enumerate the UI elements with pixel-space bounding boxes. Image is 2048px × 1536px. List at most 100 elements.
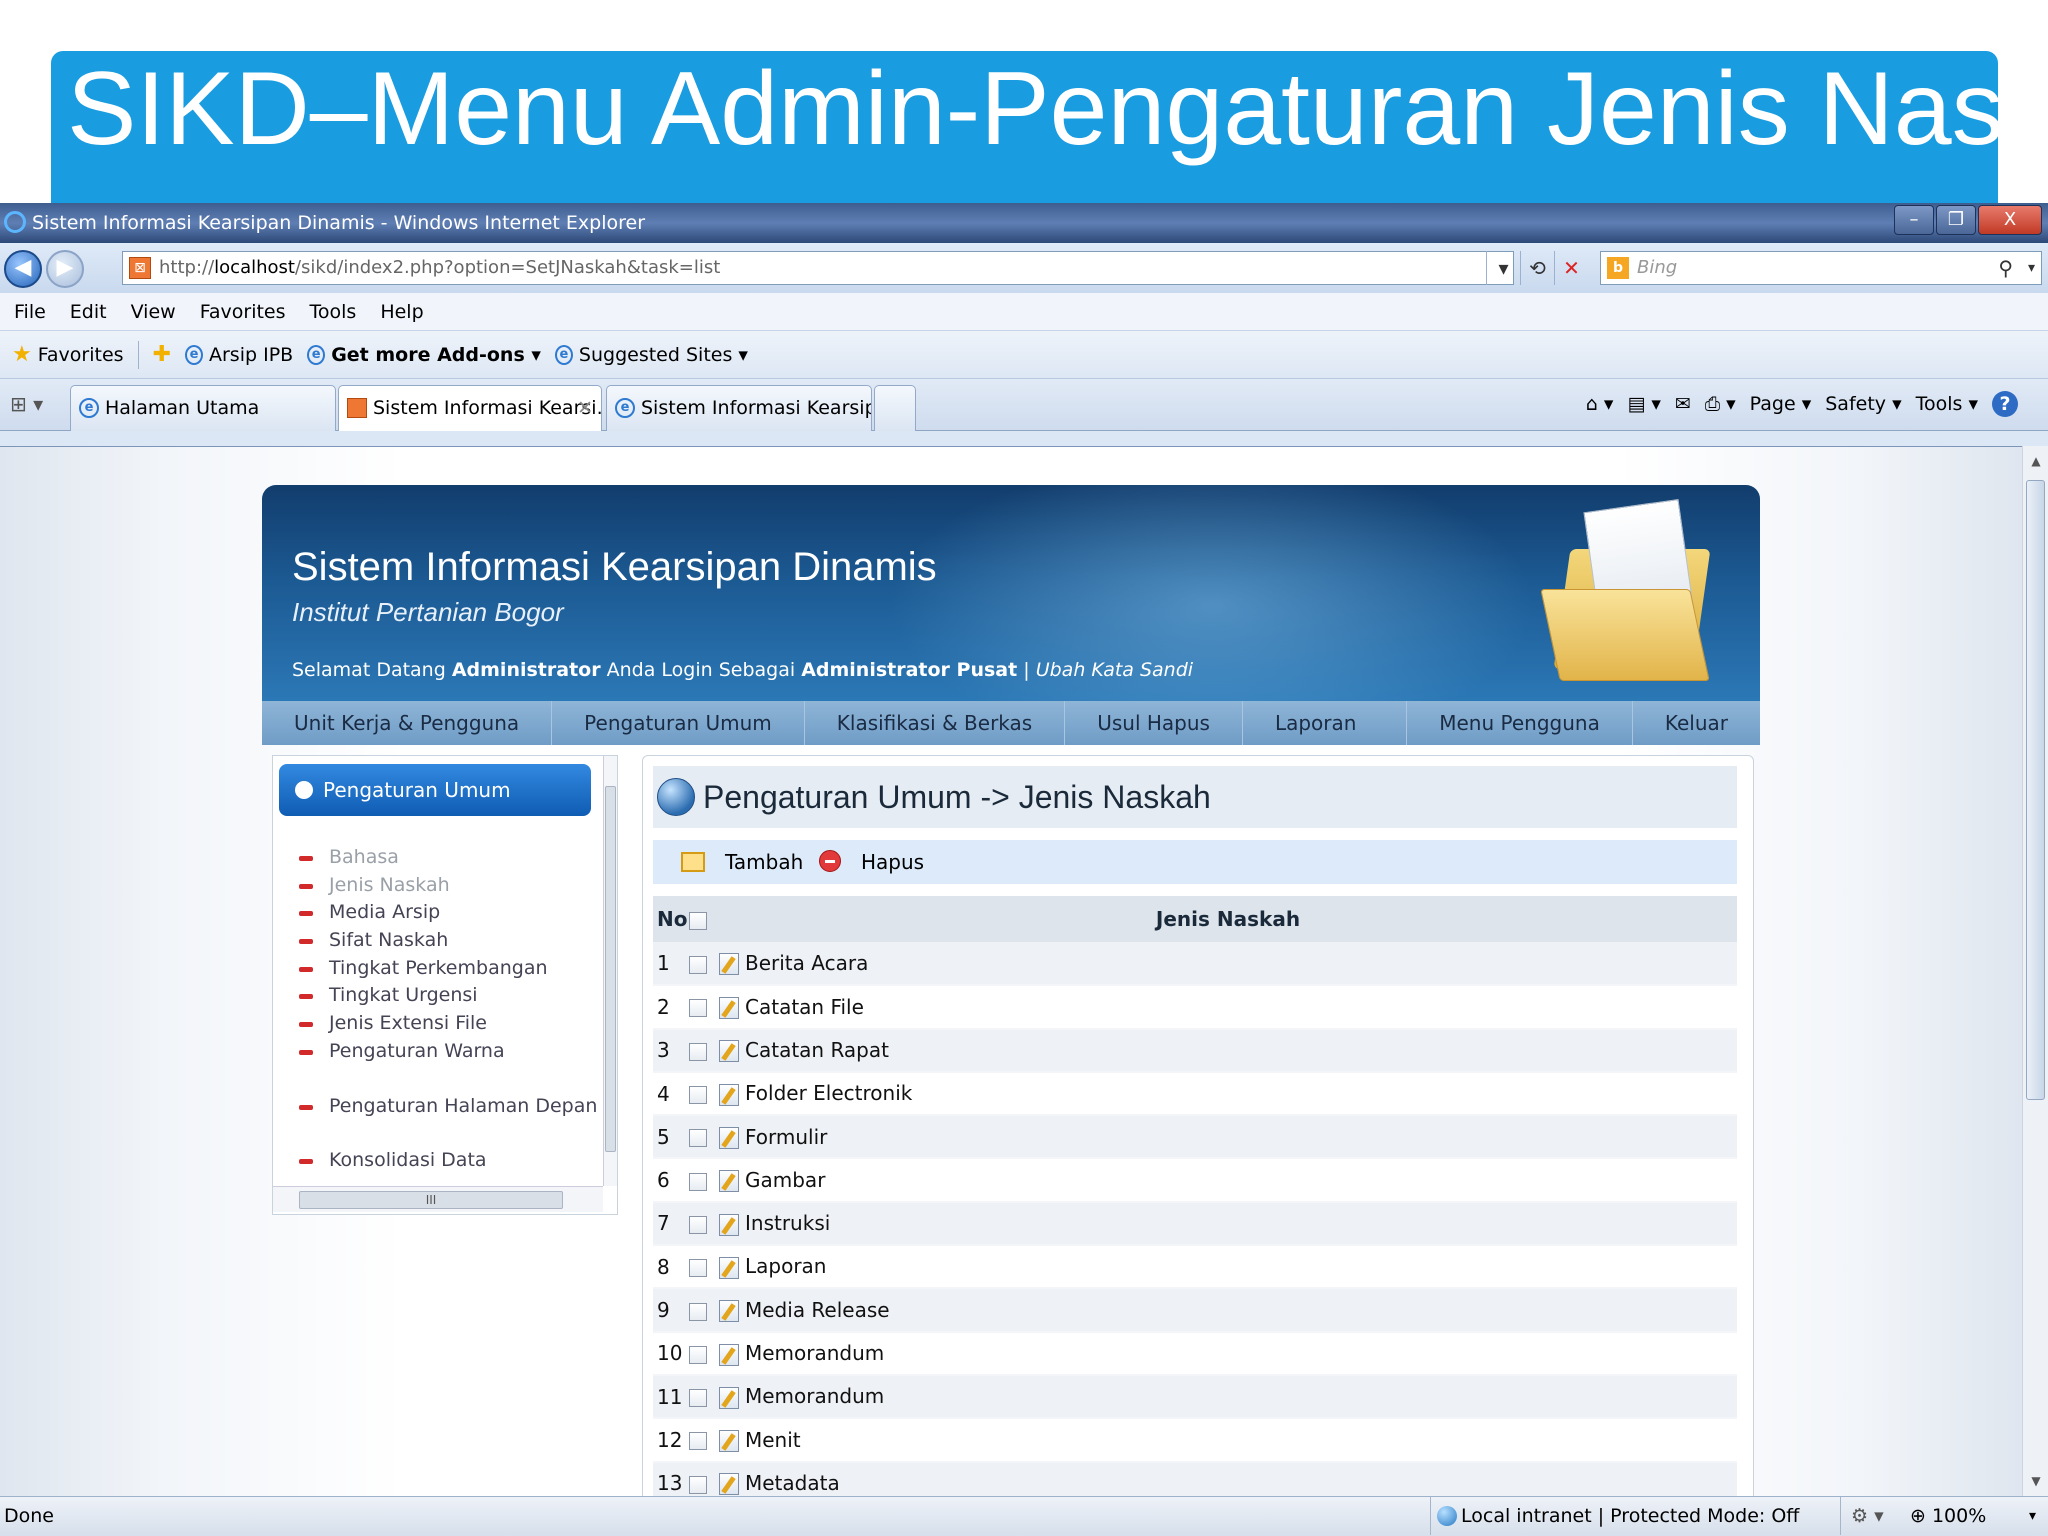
- sidebar-item-pengaturan-warna[interactable]: Pengaturan Warna: [299, 1038, 597, 1066]
- row-checkbox[interactable]: [689, 1345, 707, 1364]
- menu-help[interactable]: Help: [380, 293, 423, 330]
- edit-icon[interactable]: [719, 953, 739, 976]
- fav-get-addons[interactable]: e Get more Add-ons ▾: [307, 331, 541, 379]
- jenis-naskah-name[interactable]: Folder Electronik: [745, 1081, 912, 1105]
- table-row[interactable]: 13 Metadata: [653, 1461, 1737, 1496]
- table-row[interactable]: 6 Gambar: [653, 1158, 1737, 1203]
- nav-klasifikasi[interactable]: Klasifikasi & Berkas: [805, 701, 1066, 745]
- search-icon[interactable]: ⚲: [1998, 252, 2013, 284]
- edit-icon[interactable]: [719, 1430, 739, 1453]
- quick-tabs-icon[interactable]: ⊞ ▾: [10, 389, 70, 421]
- table-row[interactable]: 7 Instruksi: [653, 1201, 1737, 1247]
- edit-icon[interactable]: [719, 997, 739, 1020]
- delete-icon[interactable]: [819, 850, 841, 872]
- close-button[interactable]: X: [1978, 205, 2042, 235]
- row-checkbox[interactable]: [689, 1432, 707, 1451]
- sidebar-item-media-arsip[interactable]: Media Arsip: [299, 899, 597, 927]
- zoom-dropdown-icon[interactable]: ▾: [2029, 1497, 2036, 1535]
- menu-favorites[interactable]: Favorites: [200, 293, 286, 330]
- edit-icon[interactable]: [719, 1256, 739, 1279]
- sidebar-item-jenis-extensi-file[interactable]: Jenis Extensi File: [299, 1010, 597, 1038]
- sidebar-vertical-scrollbar[interactable]: [603, 756, 617, 1186]
- sidebar-item-jenis-naskah[interactable]: Jenis Naskah: [299, 872, 597, 900]
- nav-laporan[interactable]: Laporan: [1243, 701, 1388, 745]
- back-button[interactable]: ◀: [4, 250, 42, 288]
- scroll-thumb[interactable]: [2026, 480, 2045, 1100]
- edit-icon[interactable]: [719, 1040, 739, 1063]
- home-icon[interactable]: ⌂ ▾: [1586, 387, 1614, 421]
- row-checkbox[interactable]: [689, 1129, 707, 1148]
- row-checkbox[interactable]: [689, 1172, 707, 1191]
- stop-icon[interactable]: ✕: [1554, 251, 1588, 285]
- page-menu[interactable]: Page ▾: [1750, 387, 1812, 421]
- address-dropdown-icon[interactable]: ▾: [1486, 251, 1520, 285]
- help-icon[interactable]: ?: [1992, 391, 2018, 417]
- table-row[interactable]: 12 Menit: [653, 1418, 1737, 1463]
- restore-button[interactable]: ❐: [1936, 205, 1976, 235]
- row-checkbox[interactable]: [689, 1215, 707, 1234]
- jenis-naskah-name[interactable]: Berita Acara: [745, 951, 868, 975]
- nav-keluar[interactable]: Keluar: [1633, 701, 1760, 745]
- forward-button[interactable]: ▶: [46, 250, 84, 288]
- add-icon[interactable]: [681, 852, 705, 872]
- close-tab-icon[interactable]: ✕: [577, 386, 593, 430]
- table-row[interactable]: 3 Catatan Rapat: [653, 1028, 1737, 1073]
- jenis-naskah-name[interactable]: Metadata: [745, 1471, 840, 1495]
- search-dropdown-icon[interactable]: ▾: [2028, 252, 2035, 284]
- fav-suggested-sites[interactable]: e Suggested Sites ▾: [554, 331, 748, 379]
- edit-icon[interactable]: [719, 1386, 739, 1409]
- change-password-link[interactable]: Ubah Kata Sandi: [1036, 659, 1193, 681]
- new-tab-button[interactable]: [874, 385, 916, 431]
- edit-icon[interactable]: [719, 1127, 739, 1150]
- jenis-naskah-name[interactable]: Memorandum: [745, 1341, 884, 1365]
- sidebar-item-tingkat-urgensi[interactable]: Tingkat Urgensi: [299, 982, 597, 1010]
- jenis-naskah-name[interactable]: Memorandum: [745, 1384, 884, 1408]
- table-row[interactable]: 11 Memorandum: [653, 1374, 1737, 1420]
- feeds-icon[interactable]: ▤ ▾: [1627, 387, 1661, 421]
- jenis-naskah-name[interactable]: Gambar: [745, 1168, 825, 1192]
- edit-icon[interactable]: [719, 1170, 739, 1193]
- sidebar-item-konsolidasi-data[interactable]: Konsolidasi Data: [299, 1147, 597, 1175]
- delete-button[interactable]: Hapus: [861, 840, 924, 884]
- edit-icon[interactable]: [719, 1300, 739, 1323]
- edit-icon[interactable]: [719, 1213, 739, 1236]
- nav-unit-kerja[interactable]: Unit Kerja & Pengguna: [262, 701, 553, 745]
- jenis-naskah-name[interactable]: Catatan Rapat: [745, 1038, 889, 1062]
- sidebar-item-halaman-depan[interactable]: Pengaturan Halaman Depan: [299, 1093, 597, 1121]
- favorites-button[interactable]: ★ Favorites: [12, 331, 124, 379]
- refresh-icon[interactable]: ⟲: [1520, 251, 1554, 285]
- fav-arsip-ipb[interactable]: e Arsip IPB: [185, 331, 293, 379]
- minimize-button[interactable]: –: [1894, 205, 1934, 235]
- tab-sistem-informasi[interactable]: e Sistem Informasi Kearsipa...: [606, 385, 872, 431]
- table-row[interactable]: 9 Media Release: [653, 1288, 1737, 1333]
- edit-icon[interactable]: [719, 1083, 739, 1106]
- row-checkbox[interactable]: [689, 1389, 707, 1408]
- popup-blocker-icon[interactable]: ⚙ ▾: [1840, 1497, 1884, 1535]
- sidebar-item-bahasa[interactable]: Bahasa: [299, 844, 597, 872]
- sidebar-heading[interactable]: Pengaturan Umum: [279, 764, 591, 816]
- row-checkbox[interactable]: [689, 999, 707, 1018]
- address-input[interactable]: ⊠ http://localhost/sikd/index2.php?optio…: [122, 251, 1514, 285]
- security-zone[interactable]: Local intranet | Protected Mode: Off: [1430, 1497, 1799, 1535]
- jenis-naskah-name[interactable]: Catatan File: [745, 995, 864, 1019]
- table-row[interactable]: 10 Memorandum: [653, 1331, 1737, 1376]
- edit-icon[interactable]: [719, 1473, 739, 1496]
- tools-menu[interactable]: Tools ▾: [1916, 387, 1978, 421]
- row-checkbox[interactable]: [689, 1475, 707, 1494]
- menu-file[interactable]: File: [14, 293, 46, 330]
- jenis-naskah-name[interactable]: Laporan: [745, 1254, 826, 1278]
- mail-icon[interactable]: ✉: [1675, 387, 1691, 421]
- nav-pengaturan-umum[interactable]: Pengaturan Umum: [552, 701, 805, 745]
- sidebar-item-tingkat-perkembangan[interactable]: Tingkat Perkembangan: [299, 955, 597, 983]
- table-row[interactable]: 1 Berita Acara: [653, 942, 1737, 987]
- row-checkbox[interactable]: [689, 955, 707, 974]
- add-button[interactable]: Tambah: [725, 840, 803, 884]
- scroll-down-icon[interactable]: ▼: [2023, 1474, 2048, 1488]
- row-checkbox[interactable]: [689, 1302, 707, 1321]
- jenis-naskah-name[interactable]: Instruksi: [745, 1211, 830, 1235]
- table-row[interactable]: 4 Folder Electronik: [653, 1071, 1737, 1117]
- table-row[interactable]: 5 Formulir: [653, 1115, 1737, 1160]
- zoom-level[interactable]: ⊕ 100%: [1910, 1497, 1986, 1535]
- jenis-naskah-name[interactable]: Menit: [745, 1428, 801, 1452]
- menu-tools[interactable]: Tools: [310, 293, 357, 330]
